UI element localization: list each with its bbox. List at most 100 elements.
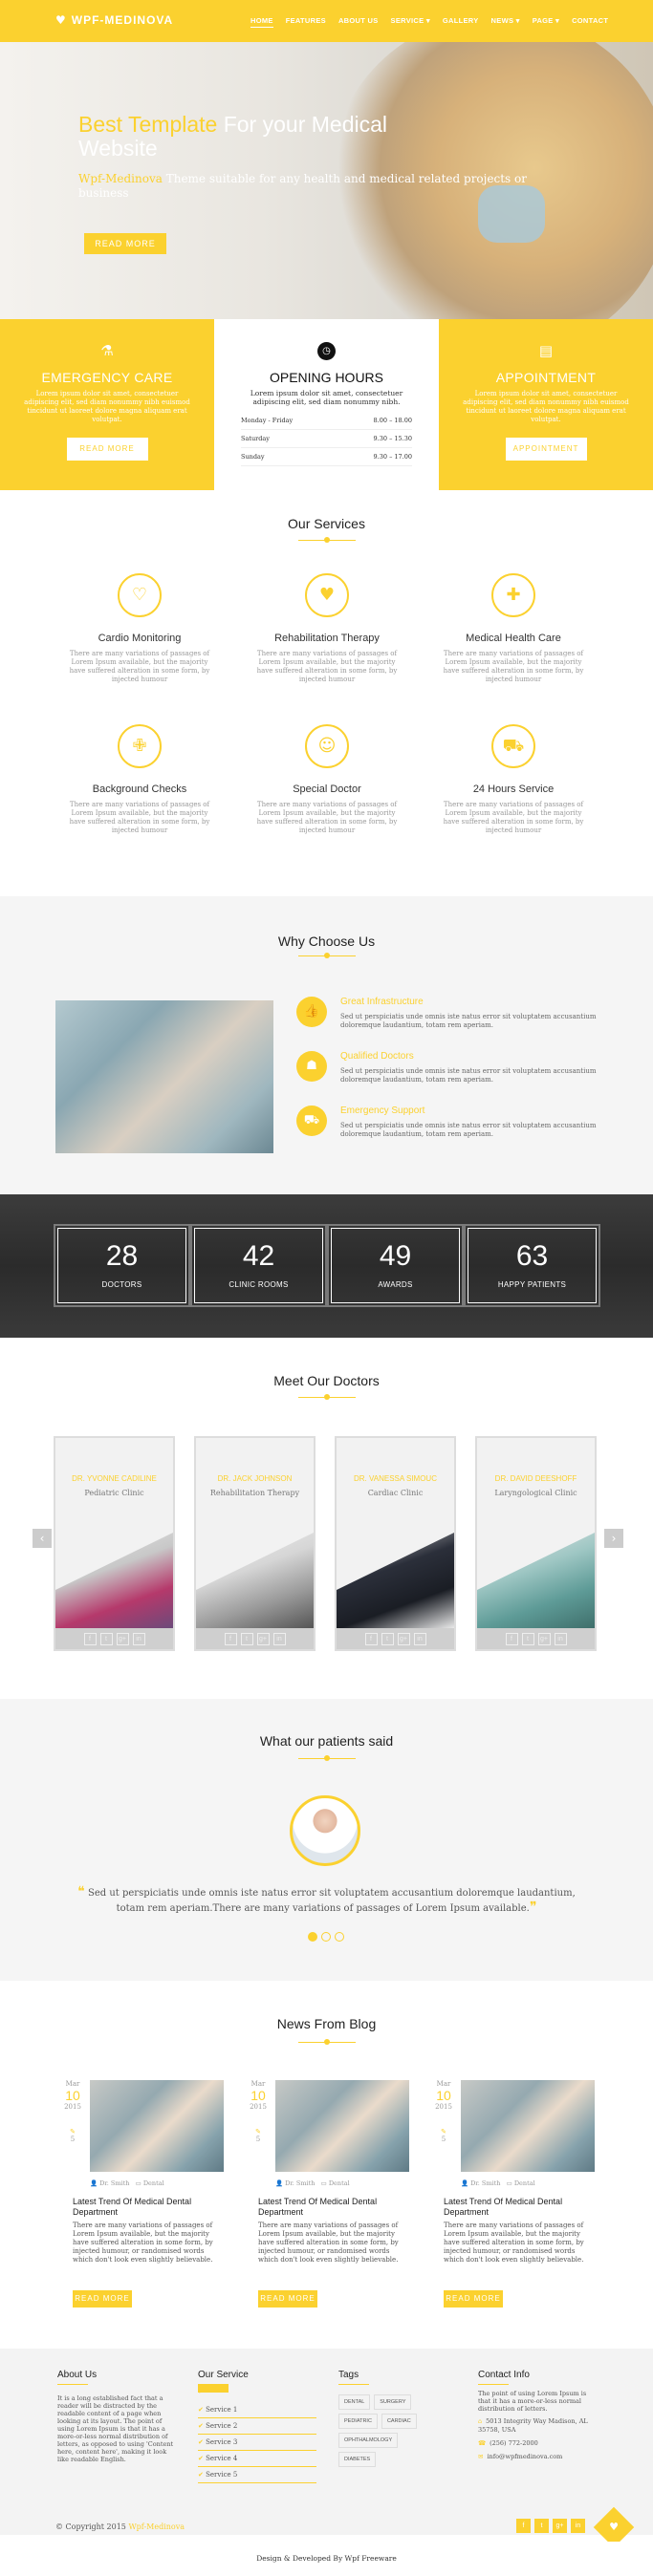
- google-plus-icon[interactable]: g+: [397, 1632, 410, 1645]
- read-more-button[interactable]: READ MORE: [73, 2290, 132, 2308]
- doctor-social: f t g+ in: [477, 1628, 595, 1649]
- footer-service-link[interactable]: Service 1: [198, 2402, 316, 2418]
- google-plus-icon[interactable]: g+: [537, 1632, 551, 1645]
- service-text: There are many variations of passages of…: [443, 801, 584, 834]
- facebook-icon[interactable]: f: [364, 1632, 378, 1645]
- nav-contact[interactable]: CONTACT: [572, 16, 608, 28]
- google-plus-icon[interactable]: g+: [256, 1632, 270, 1645]
- carousel-dot-active[interactable]: [308, 1932, 317, 1942]
- folder-icon: ▭: [135, 2179, 141, 2187]
- post-image[interactable]: [461, 2080, 595, 2172]
- twitter-icon[interactable]: t: [534, 2519, 549, 2533]
- why-item: ⛟ Emergency Support Sed ut perspiciatis un…: [296, 1106, 612, 1139]
- facebook-icon[interactable]: f: [505, 1632, 518, 1645]
- service-name: Medical Health Care: [466, 633, 561, 644]
- emergency-text: Lorem ipsum dolor sit amet, consectetuer…: [24, 390, 190, 423]
- hero-read-more-button[interactable]: READ MORE: [84, 233, 166, 254]
- service-item[interactable]: ☺ Special Doctor There are many variations…: [250, 724, 403, 835]
- carousel-prev-arrow[interactable]: ‹: [33, 1529, 52, 1548]
- service-item[interactable]: ⛟ 24 Hours Service There are many variatio…: [437, 724, 590, 835]
- post-title[interactable]: Latest Trend Of Medical Dental Departmen…: [258, 2197, 406, 2218]
- linkedin-icon[interactable]: in: [413, 1632, 426, 1645]
- doctor-name: DR. DAVID DEESHOFF: [494, 1474, 577, 1483]
- google-plus-icon[interactable]: g+: [553, 2519, 567, 2533]
- footer-service-link[interactable]: Service 5: [198, 2467, 316, 2483]
- read-more-button[interactable]: READ MORE: [258, 2290, 317, 2308]
- comment-icon: ✎: [70, 2128, 76, 2136]
- twitter-icon[interactable]: t: [521, 1632, 534, 1645]
- doctor-card[interactable]: DR. YVONNE CADILINE Pediatric Clinic f t g+…: [54, 1436, 175, 1651]
- linkedin-icon[interactable]: in: [272, 1632, 286, 1645]
- user-icon: 👤: [275, 2179, 284, 2187]
- appointment-button[interactable]: APPOINTMENT: [505, 438, 587, 461]
- nav-home[interactable]: HOME: [250, 16, 273, 28]
- service-item[interactable]: ✙ Background Checks There are many variati…: [63, 724, 216, 835]
- tag[interactable]: DENTAL: [338, 2394, 371, 2410]
- tag[interactable]: DIABETES: [338, 2452, 377, 2467]
- tag[interactable]: SURGERY: [374, 2394, 412, 2410]
- hours-row: Sunday 9.30 – 17.00: [241, 448, 412, 466]
- nav-service[interactable]: SERVICE ▾: [391, 16, 430, 28]
- post-title[interactable]: Latest Trend Of Medical Dental Departmen…: [73, 2197, 221, 2218]
- service-item[interactable]: ✚ Medical Health Care There are many varia…: [437, 573, 590, 684]
- site-header: ♥ WPF-MEDINOVA HOME FEATURES ABOUT US SER…: [0, 0, 653, 42]
- footer-service-link[interactable]: Service 3: [198, 2435, 316, 2451]
- nav-gallery[interactable]: GALLERY: [443, 16, 479, 28]
- twitter-icon[interactable]: t: [381, 1632, 394, 1645]
- footer-service-link[interactable]: Service 4: [198, 2451, 316, 2467]
- facebook-icon[interactable]: f: [224, 1632, 237, 1645]
- emergency-title: EMERGENCY CARE: [41, 370, 173, 385]
- nav-features[interactable]: FEATURES: [286, 16, 326, 28]
- phone-icon: ☎: [478, 2439, 487, 2447]
- ambulance-icon: ⛟: [296, 1106, 327, 1136]
- post-title[interactable]: Latest Trend Of Medical Dental Departmen…: [444, 2197, 592, 2218]
- hours-row: Monday - Friday 8.00 – 18.00: [241, 412, 412, 430]
- blog-title: News From Blog: [276, 2016, 377, 2031]
- logo-text: WPF-MEDINOVA: [71, 13, 174, 27]
- doctor-card[interactable]: DR. DAVID DEESHOFF Laryngological Clinic …: [475, 1436, 597, 1651]
- linkedin-icon[interactable]: in: [132, 1632, 145, 1645]
- tag[interactable]: CARDIAC: [381, 2414, 417, 2429]
- doctor-photo: [337, 1533, 454, 1628]
- logo[interactable]: ♥ WPF-MEDINOVA: [55, 13, 173, 27]
- google-plus-icon[interactable]: g+: [116, 1632, 129, 1645]
- carousel-dot[interactable]: [321, 1932, 331, 1942]
- why-item: 👍 Great Infrastructure Sed ut perspiciatis…: [296, 997, 612, 1030]
- nav-page[interactable]: PAGE ▾: [533, 16, 559, 28]
- linkedin-icon[interactable]: in: [554, 1632, 567, 1645]
- copyright-brand-link[interactable]: Wpf-Medinova: [128, 2522, 185, 2531]
- facebook-icon[interactable]: f: [83, 1632, 97, 1645]
- nav-news[interactable]: NEWS ▾: [491, 16, 520, 28]
- service-item[interactable]: ♡ Cardio Monitoring There are many variati…: [63, 573, 216, 684]
- contact-email[interactable]: ✉ info@wpfmedinova.com: [478, 2453, 598, 2461]
- post-date: Mar 10 2015 ✎ 5: [435, 2080, 452, 2143]
- carousel-dot[interactable]: [335, 1932, 344, 1942]
- ambulance-icon: ✚: [491, 573, 535, 617]
- doctor-card[interactable]: DR. VANESSA SIMOUC Cardiac Clinic f t g+ in: [335, 1436, 456, 1651]
- post-meta: 👤 Dr. Smith ▭ Dental: [275, 2179, 350, 2187]
- user-md-icon: ☗: [296, 1051, 327, 1082]
- footer-service-link[interactable]: Service 2: [198, 2418, 316, 2435]
- twitter-icon[interactable]: t: [99, 1632, 113, 1645]
- doctor-card[interactable]: DR. JACK JOHNSON Rehabilitation Therapy f…: [194, 1436, 316, 1651]
- truck-icon: ⛟: [491, 724, 535, 768]
- emergency-read-more-button[interactable]: READ MORE: [66, 438, 148, 461]
- post-image[interactable]: [275, 2080, 409, 2172]
- title-divider-dot: [324, 953, 330, 958]
- read-more-button[interactable]: READ MORE: [444, 2290, 503, 2308]
- nav-about[interactable]: ABOUT US: [338, 16, 379, 28]
- facebook-icon[interactable]: f: [516, 2519, 531, 2533]
- footer-heading: Tags: [338, 2370, 359, 2380]
- service-item[interactable]: ♥ Rehabilitation Therapy There are many va…: [250, 573, 403, 684]
- twitter-icon[interactable]: t: [240, 1632, 253, 1645]
- doctor-social: f t g+ in: [196, 1628, 314, 1649]
- linkedin-icon[interactable]: in: [571, 2519, 585, 2533]
- tag[interactable]: OPHTHALMOLOGY: [338, 2433, 399, 2448]
- footer-about-text: It is a long established fact that a rea…: [57, 2394, 174, 2463]
- carousel-next-arrow[interactable]: ›: [604, 1529, 623, 1548]
- footer-services: Our Service Service 1 Service 2 Service …: [198, 2370, 316, 2483]
- post-image[interactable]: [90, 2080, 224, 2172]
- thumbs-up-icon: 👍: [296, 997, 327, 1027]
- service-text: There are many variations of passages of…: [69, 650, 210, 683]
- tag[interactable]: PEDIATRIC: [338, 2414, 378, 2429]
